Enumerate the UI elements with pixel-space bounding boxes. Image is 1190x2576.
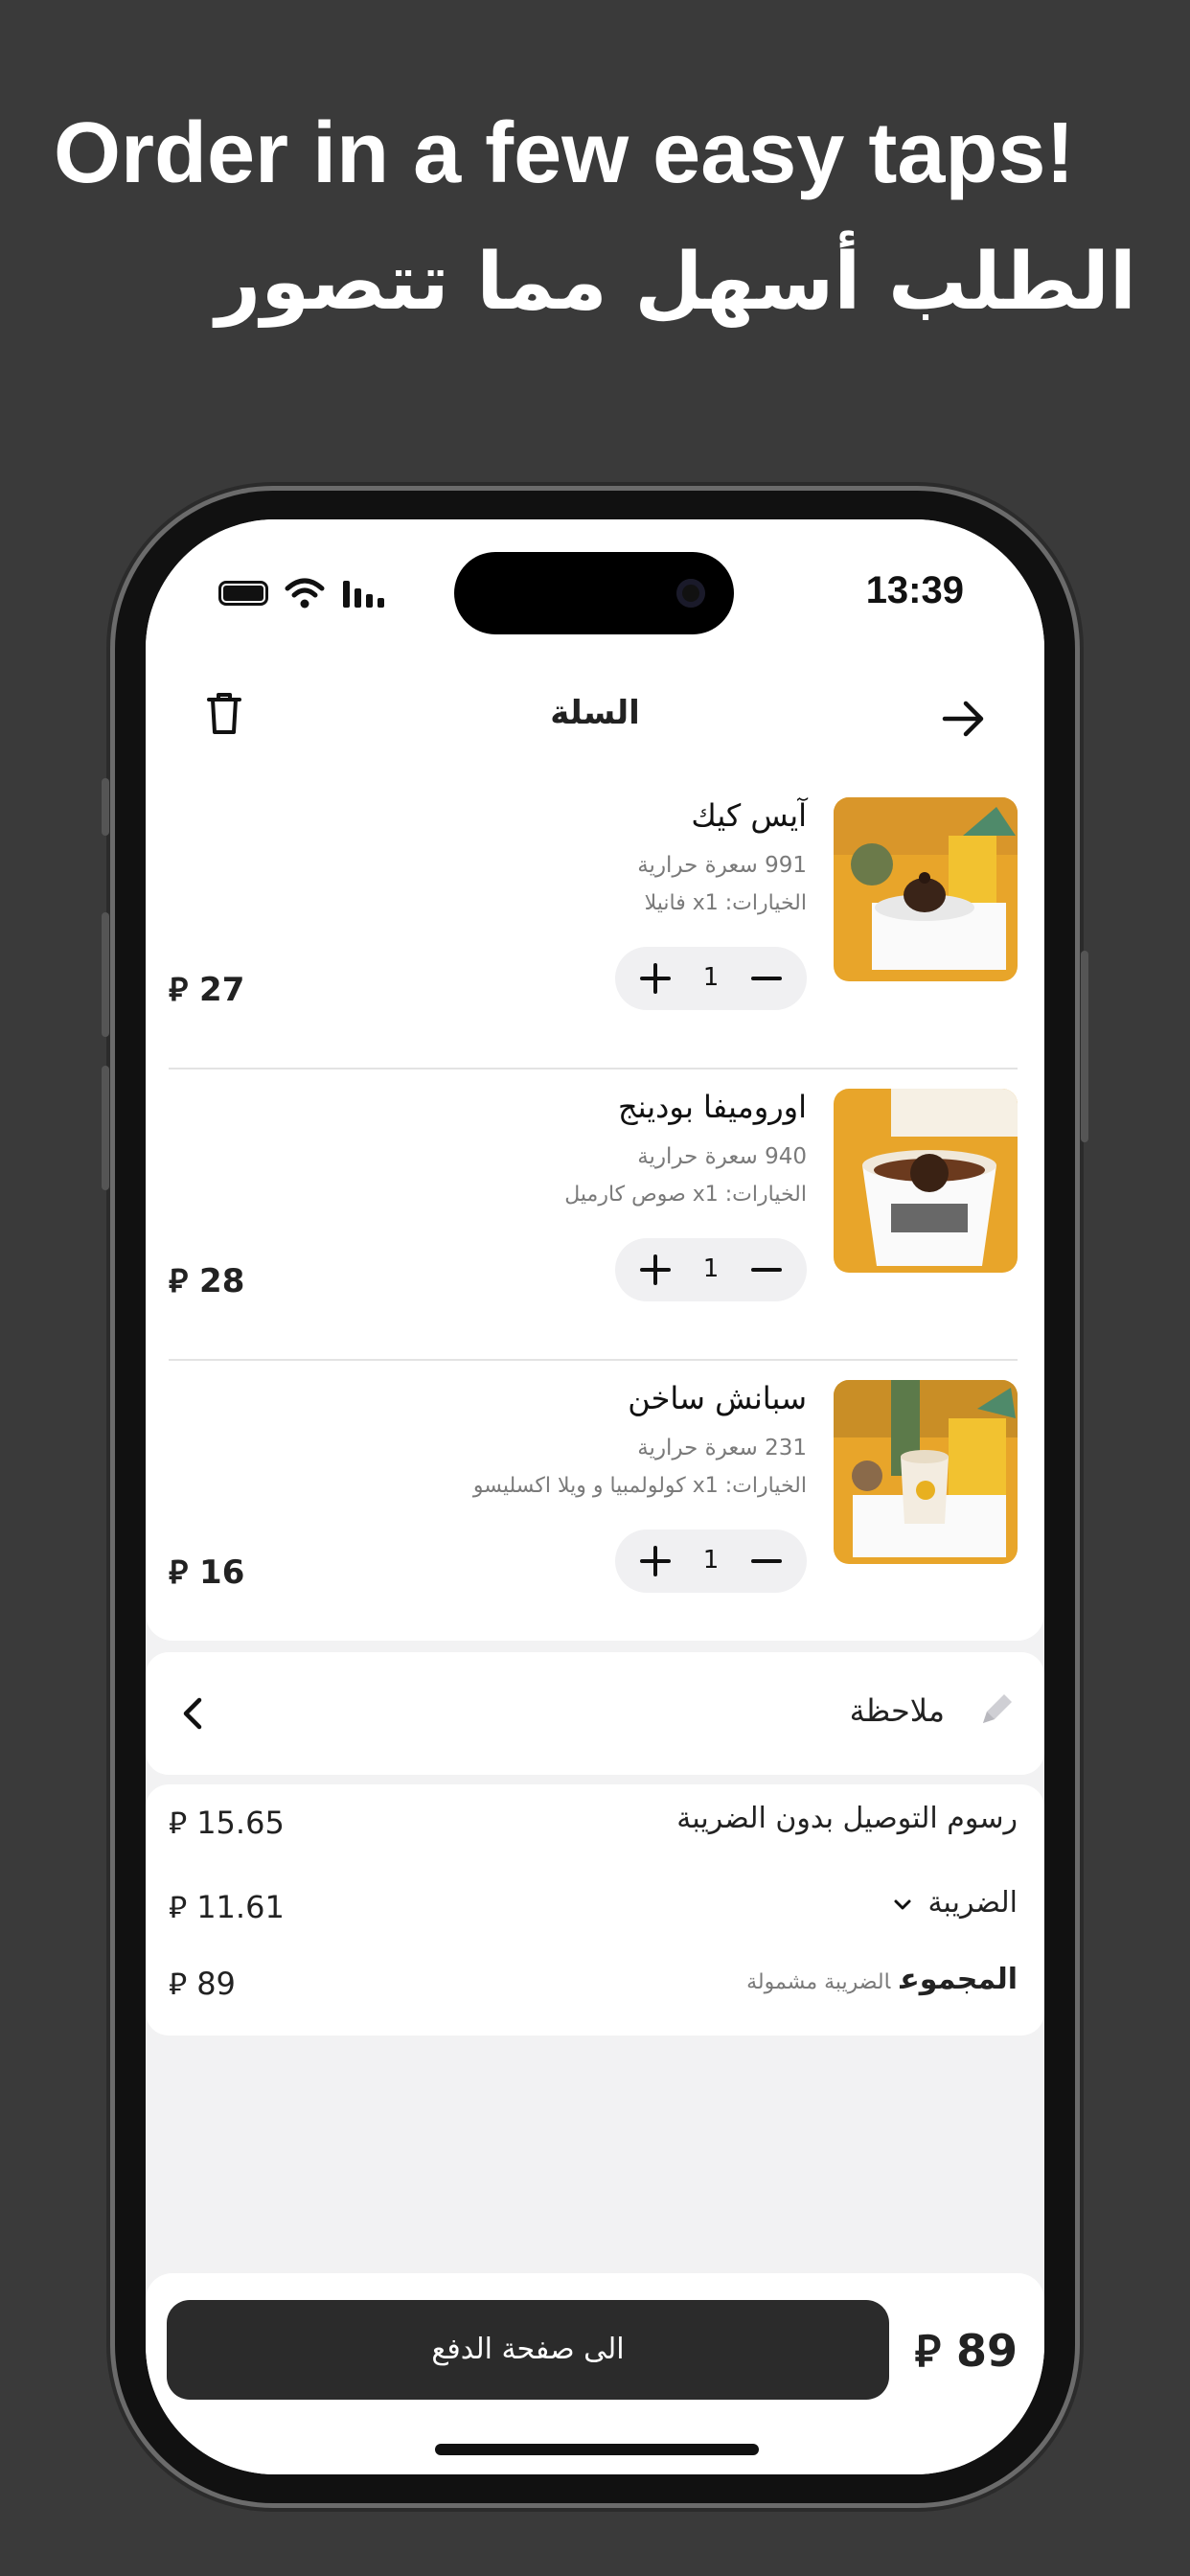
item-calories: 991 سعرة حرارية	[637, 853, 807, 878]
item-name: اوروميفا بودينج	[617, 1089, 807, 1125]
total-label: المجموعالضريبة مشمولة	[746, 1963, 1018, 1996]
camera-icon	[676, 579, 705, 608]
tax-included-note: الضريبة مشمولة	[746, 1970, 891, 1994]
tax-row[interactable]: الضريبة ⃁ 11.61	[146, 1886, 1044, 1934]
item-calories: 940 سعرة حرارية	[637, 1144, 807, 1169]
status-bar: 13:39	[146, 519, 1044, 663]
quantity-stepper: 1	[615, 1530, 807, 1593]
dynamic-island	[454, 552, 734, 634]
product-image	[834, 1380, 1018, 1564]
minus-icon[interactable]	[747, 1251, 786, 1289]
quantity-stepper: 1	[615, 1238, 807, 1301]
item-price-value: 27	[199, 971, 245, 1009]
cart-item: آيس كيك 991 سعرة حرارية الخيارات: x1 فان…	[146, 778, 1044, 1069]
total-value: ⃁ 89	[169, 1966, 236, 2002]
product-image	[834, 797, 1018, 981]
item-options: الخيارات: x1 فانيلا	[644, 891, 807, 915]
headline-english: Order in a few easy taps!	[54, 105, 1075, 201]
total-row: المجموعالضريبة مشمولة ⃁ 89	[146, 1963, 1044, 2011]
item-options: الخيارات: x1 صوص كارميل	[564, 1183, 807, 1207]
wifi-icon	[285, 578, 325, 609]
note-label: ملاحظة	[849, 1692, 945, 1729]
checkout-button[interactable]: الى صفحة الدفع	[167, 2300, 889, 2400]
order-summary: رسوم التوصيل بدون الضريبة ⃁ 15.65 الضريب…	[146, 1784, 1044, 2036]
product-image	[834, 1089, 1018, 1273]
riyal-icon: ⃁	[169, 1966, 188, 2002]
cart-item: اوروميفا بودينج 940 سعرة حرارية الخيارات…	[146, 1070, 1044, 1360]
checkout-bar: الى صفحة الدفع ⃁ 89	[146, 2273, 1044, 2474]
tax-value: ⃁ 11.61	[169, 1889, 285, 1925]
riyal-icon: ⃁	[169, 1889, 188, 1925]
item-options: الخيارات: x1 كولولمبيا و ويلا اكسليسو	[472, 1474, 807, 1498]
riyal-icon: ⃁	[169, 1262, 189, 1300]
delivery-fee-row: رسوم التوصيل بدون الضريبة ⃁ 15.65	[146, 1802, 1044, 1850]
page-title: السلة	[550, 694, 640, 732]
delivery-fee-label: رسوم التوصيل بدون الضريبة	[676, 1802, 1018, 1835]
quantity-stepper: 1	[615, 947, 807, 1010]
pencil-icon	[983, 1694, 1012, 1723]
home-indicator[interactable]	[435, 2444, 759, 2455]
item-price-value: 16	[199, 1553, 245, 1592]
headline-arabic: الطلب أسهل مما تتصور	[216, 237, 1136, 328]
minus-icon[interactable]	[747, 1542, 786, 1580]
minus-icon[interactable]	[747, 959, 786, 998]
riyal-icon: ⃁	[169, 971, 189, 1009]
chevron-down-icon	[894, 1899, 911, 1909]
item-price: ⃁ 27	[169, 968, 244, 1010]
note-row[interactable]: ملاحظة	[146, 1652, 1044, 1775]
item-name: آيس كيك	[691, 797, 807, 834]
status-icons	[218, 577, 389, 610]
arrow-right-icon[interactable]	[939, 694, 989, 744]
battery-icon	[218, 581, 268, 606]
item-price-value: 28	[199, 1262, 245, 1300]
item-name: سبانش ساخن	[628, 1380, 807, 1416]
tax-label: الضريبة	[892, 1886, 1018, 1920]
delivery-fee-value: ⃁ 15.65	[169, 1805, 285, 1841]
cart-item: سبانش ساخن 231 سعرة حرارية الخيارات: x1 …	[146, 1361, 1044, 1651]
item-price: ⃁ 28	[169, 1259, 244, 1301]
chevron-left-icon	[183, 1697, 202, 1730]
riyal-icon: ⃁	[914, 2325, 941, 2377]
status-time: 13:39	[865, 569, 964, 611]
app-screen: 13:39 السلة آيس كيك 991 سعرة حرارية الخي…	[146, 519, 1044, 2474]
cart-list: آيس كيك 991 سعرة حرارية الخيارات: x1 فان…	[146, 778, 1044, 1641]
cart-header: السلة	[146, 663, 1044, 778]
item-calories: 231 سعرة حرارية	[637, 1436, 807, 1460]
checkout-total: ⃁ 89	[914, 2325, 1018, 2377]
phone-frame: 13:39 السلة آيس كيك 991 سعرة حرارية الخي…	[102, 491, 1088, 2503]
signal-icon	[343, 581, 384, 608]
riyal-icon: ⃁	[169, 1805, 188, 1841]
riyal-icon: ⃁	[169, 1553, 189, 1592]
item-price: ⃁ 16	[169, 1551, 244, 1593]
